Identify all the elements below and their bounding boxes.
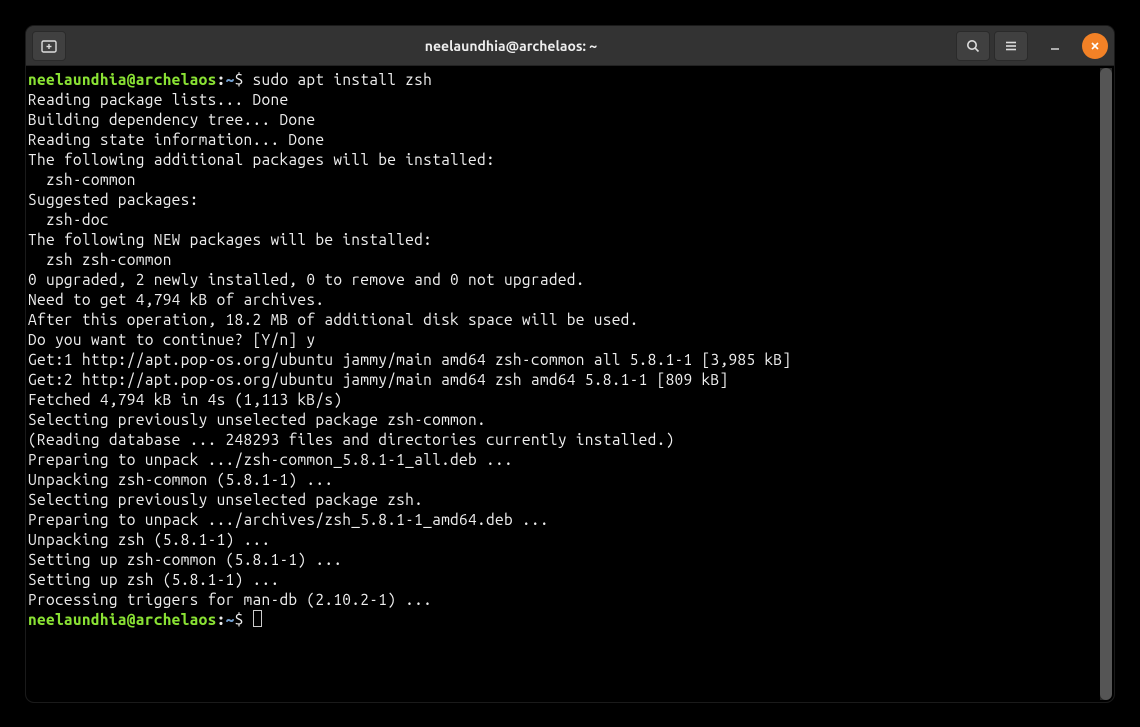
terminal-body[interactable]: neelaundhia@archelaos:~$ sudo apt instal… (26, 66, 1114, 702)
window-title: neelaundhia@archelaos: ~ (66, 38, 956, 54)
output-line: Do you want to continue? [Y/n] y (28, 331, 315, 348)
output-line: The following additional packages will b… (28, 151, 495, 168)
output-line: (Reading database ... 248293 files and d… (28, 431, 675, 448)
output-line: Reading state information... Done (28, 131, 324, 148)
terminal-content[interactable]: neelaundhia@archelaos:~$ sudo apt instal… (28, 68, 1100, 700)
new-tab-icon (41, 38, 57, 54)
output-line: Selecting previously unselected package … (28, 491, 423, 508)
output-line: Get:1 http://apt.pop-os.org/ubuntu jammy… (28, 351, 791, 368)
prompt-dollar: $ (235, 71, 244, 88)
minimize-button[interactable] (1042, 33, 1068, 59)
menu-button[interactable] (994, 31, 1028, 61)
output-line: Suggested packages: (28, 191, 199, 208)
prompt-colon: : (217, 611, 226, 628)
output-line: zsh-common (28, 171, 136, 188)
output-line: The following NEW packages will be insta… (28, 231, 432, 248)
output-line: Setting up zsh-common (5.8.1-1) ... (28, 551, 342, 568)
new-tab-button[interactable] (32, 31, 66, 61)
output-line: 0 upgraded, 2 newly installed, 0 to remo… (28, 271, 585, 288)
search-icon (965, 38, 981, 54)
output-line: Reading package lists... Done (28, 91, 288, 108)
output-line: Preparing to unpack .../archives/zsh_5.8… (28, 511, 549, 528)
scrollbar[interactable] (1100, 68, 1112, 700)
minimize-icon (1049, 40, 1061, 52)
prompt-dollar: $ (235, 611, 244, 628)
close-button[interactable] (1082, 33, 1108, 59)
close-icon (1089, 40, 1101, 52)
cursor (253, 610, 262, 627)
scrollbar-thumb[interactable] (1100, 68, 1112, 700)
output-line: Fetched 4,794 kB in 4s (1,113 kB/s) (28, 391, 342, 408)
prompt-path: ~ (226, 71, 235, 88)
output-line: Building dependency tree... Done (28, 111, 315, 128)
output-line: Selecting previously unselected package … (28, 411, 486, 428)
output-line: Setting up zsh (5.8.1-1) ... (28, 571, 279, 588)
output-line: zsh zsh-common (28, 251, 172, 268)
output-line: Need to get 4,794 kB of archives. (28, 291, 324, 308)
output-line: zsh-doc (28, 211, 109, 228)
titlebar: neelaundhia@archelaos: ~ (26, 26, 1114, 66)
output-line: Get:2 http://apt.pop-os.org/ubuntu jammy… (28, 371, 728, 388)
output-line: Unpacking zsh-common (5.8.1-1) ... (28, 471, 333, 488)
hamburger-icon (1003, 38, 1019, 54)
prompt-colon: : (217, 71, 226, 88)
prompt-user-host: neelaundhia@archelaos (28, 71, 217, 88)
prompt-path: ~ (226, 611, 235, 628)
output-line: Preparing to unpack .../zsh-common_5.8.1… (28, 451, 513, 468)
output-line: After this operation, 18.2 MB of additio… (28, 311, 639, 328)
terminal-window: neelaundhia@archelaos: ~ (26, 26, 1114, 702)
command-text: sudo apt install zsh (244, 71, 433, 88)
output-line: Processing triggers for man-db (2.10.2-1… (28, 591, 432, 608)
prompt-user-host: neelaundhia@archelaos (28, 611, 217, 628)
output-line: Unpacking zsh (5.8.1-1) ... (28, 531, 270, 548)
search-button[interactable] (956, 31, 990, 61)
